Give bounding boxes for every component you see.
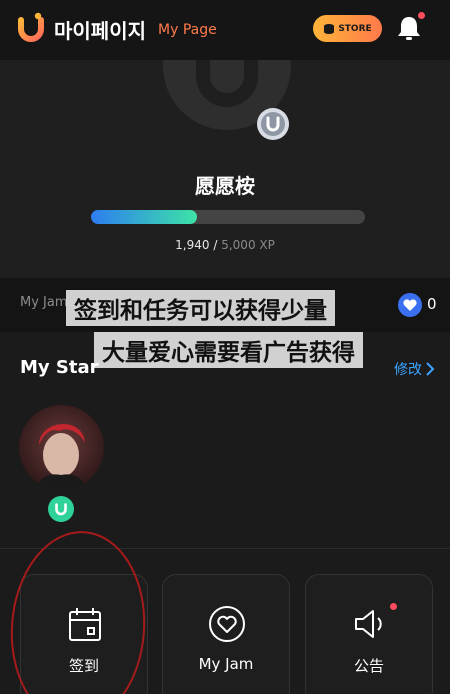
xp-separator: / <box>213 238 218 252</box>
store-label: STORE <box>338 23 372 34</box>
heart-count: 0 <box>427 295 437 313</box>
app-header: 마이페이지 My Page STORE <box>0 0 450 60</box>
store-button[interactable]: STORE <box>313 15 382 42</box>
coins-icon <box>324 23 335 34</box>
speaker-icon <box>355 610 382 638</box>
my-star-title: My Star <box>20 357 99 378</box>
calendar-icon <box>69 608 101 641</box>
checkin-card[interactable]: 签到 <box>20 574 148 694</box>
u-coin-icon <box>257 108 289 140</box>
xp-progress-fill <box>91 210 198 224</box>
notice-label: 公告 <box>353 657 384 675</box>
notice-card[interactable]: 公告 <box>305 574 433 694</box>
star-u-badge-icon <box>48 496 74 522</box>
jam-label: My Jam <box>20 295 68 310</box>
chevron-right-icon <box>426 362 435 376</box>
edit-label: 修改 <box>394 362 422 378</box>
myjam-label: My Jam <box>198 655 254 673</box>
bell-icon[interactable] <box>396 14 422 42</box>
edit-star-link[interactable]: 修改 <box>394 359 435 379</box>
notice-alert-dot <box>390 603 397 610</box>
checkin-label: 签到 <box>68 657 99 675</box>
caption-line-1: 签到和任务可以获得少量 <box>66 290 335 326</box>
myjam-card[interactable]: My Jam <box>162 574 290 694</box>
page-title: 마이페이지 <box>54 19 146 43</box>
heart-badge-icon <box>398 293 422 317</box>
xp-current: 1,940 <box>175 238 210 252</box>
xp-progress-bar <box>91 210 365 224</box>
caption-line-2: 大量爱心需要看广告获得 <box>94 332 363 368</box>
app-logo-icon <box>18 12 44 42</box>
profile-section: 愿愿桉 1,940 / 5,000 XP <box>0 60 450 278</box>
notification-dot <box>418 12 425 19</box>
page-subtitle: My Page <box>158 22 217 38</box>
heart-icon <box>209 606 245 642</box>
xp-readout: 1,940 / 5,000 XP <box>0 238 450 252</box>
user-nickname: 愿愿桉 <box>195 174 255 198</box>
xp-max: 5,000 XP <box>221 238 275 252</box>
section-divider <box>0 548 450 549</box>
star-avatar[interactable] <box>19 405 104 490</box>
